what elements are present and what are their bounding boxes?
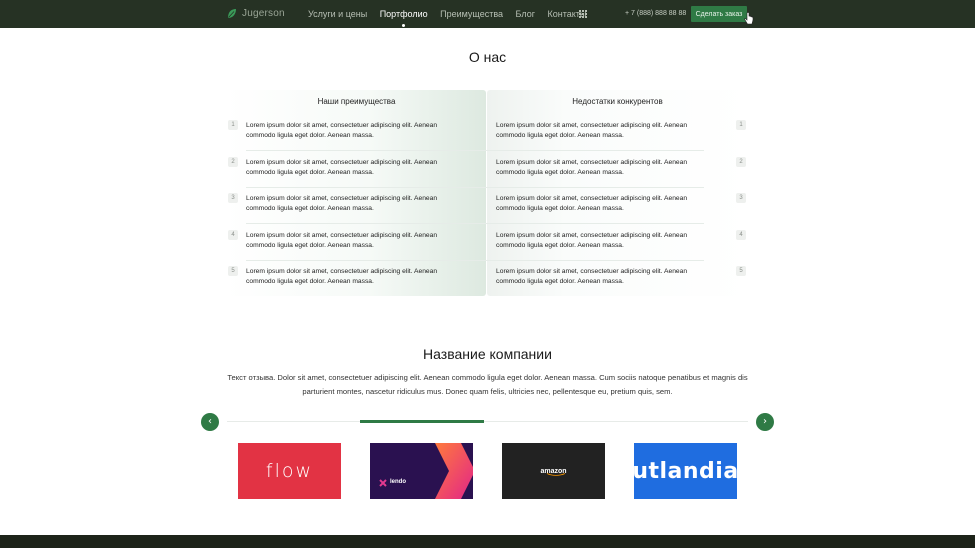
advantage-text: Lorem ipsum dolor sit amet, consectetuer… bbox=[246, 232, 438, 249]
amazon-smile-icon bbox=[546, 473, 566, 476]
competitor-text: Lorem ipsum dolor sit amet, consectetuer… bbox=[496, 268, 688, 285]
top-navbar: Jugerson Услуги и цены Портфолио Преимущ… bbox=[0, 0, 975, 28]
utlandia-logo-text: utlandia bbox=[634, 458, 737, 484]
nav-link-services[interactable]: Услуги и цены bbox=[308, 9, 367, 19]
advantage-text: Lorem ipsum dolor sit amet, consectetuer… bbox=[246, 195, 438, 212]
company-logo-amazon[interactable]: amazon bbox=[502, 443, 605, 499]
lendo-shape-icon bbox=[435, 443, 473, 499]
company-logo-lendo[interactable]: lendo bbox=[370, 443, 473, 499]
logo-text: Jugerson bbox=[242, 8, 285, 19]
competitor-text: Lorem ipsum dolor sit amet, consectetuer… bbox=[496, 232, 688, 249]
order-button[interactable]: Сделать заказ bbox=[691, 6, 747, 22]
row-number-right: 5 bbox=[736, 266, 746, 276]
flow-logo-text: flow bbox=[265, 460, 314, 482]
row-divider bbox=[246, 187, 704, 188]
phone-number[interactable]: + 7 (888) 888 88 88 bbox=[625, 10, 686, 17]
row-number-right: 4 bbox=[736, 230, 746, 240]
nav-link-portfolio[interactable]: Портфолио bbox=[380, 9, 428, 27]
competitor-text: Lorem ipsum dolor sit amet, consectetuer… bbox=[496, 122, 688, 139]
row-divider bbox=[246, 150, 704, 151]
slider-active-indicator[interactable] bbox=[360, 420, 484, 423]
next-arrow-button[interactable]: › bbox=[756, 413, 774, 431]
slider-track bbox=[227, 421, 748, 422]
competitor-text: Lorem ipsum dolor sit amet, consectetuer… bbox=[496, 159, 688, 176]
about-title: О нас bbox=[468, 49, 507, 65]
row-number-right: 3 bbox=[736, 193, 746, 203]
advantage-text: Lorem ipsum dolor sit amet, consectetuer… bbox=[246, 122, 438, 139]
company-title: Название компании bbox=[423, 346, 552, 362]
leaf-logo-icon bbox=[228, 9, 236, 18]
advantage-text: Lorem ipsum dolor sit amet, consectetuer… bbox=[246, 268, 438, 285]
apps-grid-icon[interactable] bbox=[579, 10, 587, 18]
lendo-x-icon bbox=[379, 479, 387, 487]
advantage-text: Lorem ipsum dolor sit amet, consectetuer… bbox=[246, 159, 438, 176]
competitor-text: Lorem ipsum dolor sit amet, consectetuer… bbox=[496, 195, 688, 212]
company-logo-utlandia[interactable]: utlandia bbox=[634, 443, 737, 499]
prev-arrow-button[interactable]: ‹ bbox=[201, 413, 219, 431]
row-number-right: 2 bbox=[736, 157, 746, 167]
main-nav: Услуги и цены Портфолио Преимущества Бло… bbox=[308, 9, 599, 27]
row-number-left: 5 bbox=[228, 266, 238, 276]
footer-strip bbox=[0, 535, 975, 548]
nav-link-blog[interactable]: Блог bbox=[516, 9, 535, 19]
row-divider bbox=[246, 223, 704, 224]
row-number-left: 2 bbox=[228, 157, 238, 167]
review-text: Текст отзыва. Dolor sit amet, consectetu… bbox=[227, 373, 748, 396]
row-divider bbox=[246, 260, 704, 261]
row-number-right: 1 bbox=[736, 120, 746, 130]
company-logo-flow[interactable]: flow bbox=[238, 443, 341, 499]
row-number-left: 3 bbox=[228, 193, 238, 203]
cursor-icon bbox=[744, 12, 754, 25]
advantages-header: Наши преимущества bbox=[317, 97, 396, 106]
nav-link-advantages[interactable]: Преимущества bbox=[440, 9, 503, 19]
competitors-header: Недостатки конкурентов bbox=[572, 97, 663, 106]
lendo-logo-text: lendo bbox=[390, 479, 406, 485]
row-number-left: 4 bbox=[228, 230, 238, 240]
logo[interactable]: Jugerson bbox=[227, 8, 285, 19]
row-number-left: 1 bbox=[228, 120, 238, 130]
